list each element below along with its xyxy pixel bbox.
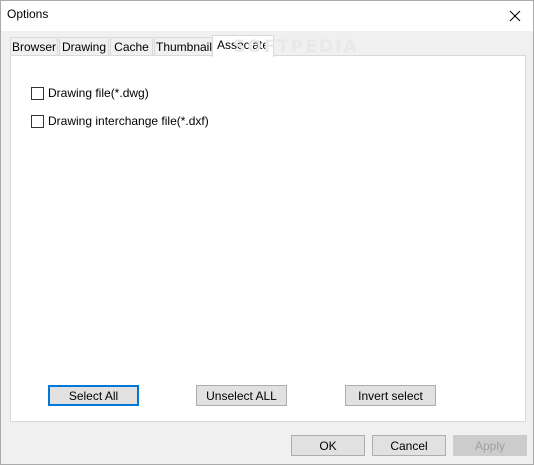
dxf-checkbox[interactable] <box>31 114 44 128</box>
window-title: Options <box>7 7 49 21</box>
ok-button[interactable]: OK <box>291 435 365 456</box>
associate-panel: Drawing file(*.dwg) Drawing interchange … <box>10 55 526 422</box>
dwg-checkbox-label: Drawing file(*.dwg) <box>48 86 149 100</box>
tab-drawing[interactable]: Drawing <box>59 37 109 55</box>
checkbox-dxf[interactable]: Drawing interchange file(*.dxf) <box>31 114 209 128</box>
close-button[interactable] <box>497 1 533 31</box>
cancel-button[interactable]: Cancel <box>372 435 446 456</box>
checkbox-dwg[interactable]: Drawing file(*.dwg) <box>31 86 149 100</box>
softpedia-watermark: SOFTPEDIA <box>233 37 359 57</box>
apply-button[interactable]: Apply <box>453 435 527 456</box>
close-icon <box>509 10 521 22</box>
tab-cache[interactable]: Cache <box>110 37 153 55</box>
invert-select-button[interactable]: Invert select <box>345 385 436 406</box>
select-all-button[interactable]: Select All <box>48 385 139 406</box>
unselect-all-button[interactable]: Unselect ALL <box>196 385 287 406</box>
title-bar: Options <box>1 1 533 31</box>
dwg-checkbox[interactable] <box>31 86 44 100</box>
tab-thumbnail[interactable]: Thumbnail <box>154 37 214 55</box>
tab-browser[interactable]: Browser <box>10 37 58 55</box>
options-dialog: Options Browser Drawing Cache Thumbnail … <box>0 0 534 465</box>
dxf-checkbox-label: Drawing interchange file(*.dxf) <box>48 114 209 128</box>
